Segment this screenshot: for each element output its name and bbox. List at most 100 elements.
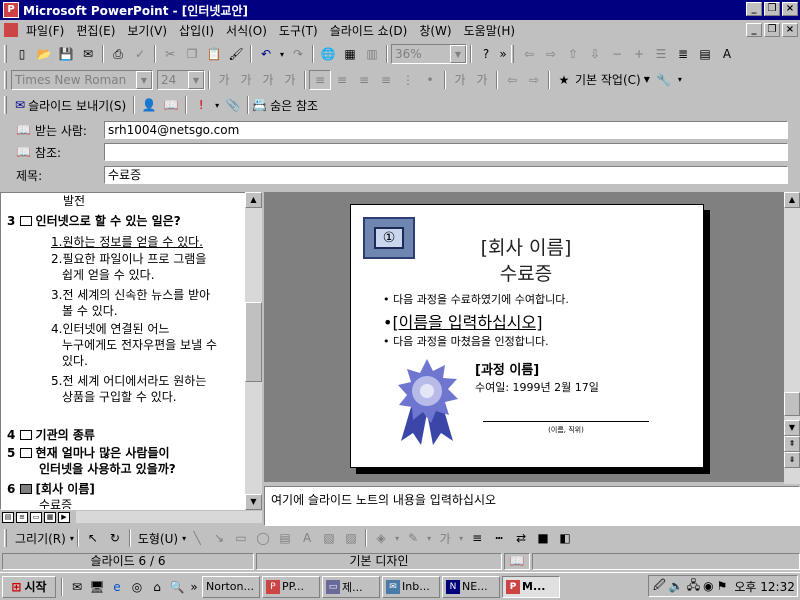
align-center-icon[interactable]: ≡: [331, 70, 353, 90]
table-icon[interactable]: ▦: [339, 44, 361, 64]
bold-icon[interactable]: 가: [213, 70, 235, 90]
menu-help[interactable]: 도움말(H): [458, 22, 522, 39]
normal-view-icon[interactable]: ▤: [2, 511, 14, 523]
numbering-icon[interactable]: ⋮: [397, 70, 419, 90]
tray-app-icon[interactable]: ⚑: [717, 579, 728, 593]
chevron-down-icon[interactable]: ▾: [424, 528, 434, 548]
font-combo[interactable]: Times New Roman ▼: [11, 69, 153, 90]
importance-icon[interactable]: !: [190, 95, 212, 115]
subject-field[interactable]: 수료증: [104, 166, 788, 184]
spelling-icon[interactable]: ✓: [129, 44, 151, 64]
chevron-down-icon[interactable]: ▾: [392, 528, 402, 548]
doc-minimize-button[interactable]: _: [746, 23, 762, 37]
font-size-combo[interactable]: 24 ▼: [157, 69, 205, 90]
close-button[interactable]: ×: [782, 2, 798, 16]
scroll-down-icon[interactable]: ▼: [245, 494, 262, 510]
help-icon[interactable]: ?: [475, 44, 497, 64]
menu-insert[interactable]: 삽입(I): [173, 22, 220, 39]
ime-icon[interactable]: 🖉: [653, 576, 666, 597]
notes-pane[interactable]: 여기에 슬라이드 노트의 내용을 입력하십시오: [264, 486, 800, 526]
menu-slideshow[interactable]: 슬라이드 쇼(D): [324, 22, 414, 39]
line-style-icon[interactable]: ≡: [466, 528, 488, 548]
bullets-icon[interactable]: •: [419, 70, 441, 90]
chevron-down-icon[interactable]: ▾: [70, 534, 74, 543]
outline-slide-5[interactable]: 5 현재 얼마나 많은 사람들이: [7, 445, 170, 461]
expand-all-icon[interactable]: ≣: [672, 44, 694, 64]
send-slide-button[interactable]: ✉ 슬라이드 보내기(S): [11, 97, 130, 114]
spelling-status-icon[interactable]: 📖: [504, 552, 530, 570]
menu-edit[interactable]: 편집(E): [70, 22, 121, 39]
slide-icon[interactable]: [19, 448, 32, 458]
undo-icon[interactable]: ↶: [255, 44, 277, 64]
quicklaunch-app-icon[interactable]: ⌂: [148, 578, 166, 596]
attach-icon[interactable]: 📎: [222, 95, 244, 115]
scroll-down-icon[interactable]: ▼: [784, 420, 800, 436]
fill-color-icon[interactable]: ◈: [370, 528, 392, 548]
more-buttons-icon[interactable]: »: [497, 44, 509, 64]
menu-format[interactable]: 서식(O): [220, 22, 273, 39]
font-color-icon[interactable]: 가: [434, 528, 456, 548]
show-formatting-icon[interactable]: A: [716, 44, 738, 64]
title-bar[interactable]: P Microsoft PowerPoint - [인터넷교안] _ ❐ ×: [0, 0, 800, 20]
slide-icon[interactable]: [19, 216, 32, 226]
new-icon[interactable]: ▯: [11, 44, 33, 64]
hyperlink-icon[interactable]: 🌐: [317, 44, 339, 64]
align-left-icon[interactable]: ≡: [309, 69, 331, 90]
award-date[interactable]: 수여일: 1999년 2월 17일: [475, 379, 599, 395]
3d-icon[interactable]: ◧: [554, 528, 576, 548]
to-label-wrap[interactable]: 📖 받는 사람:: [0, 122, 100, 139]
menu-tools[interactable]: 도구(T): [273, 22, 324, 39]
collapse-all-icon[interactable]: ☰: [650, 44, 672, 64]
signature-caption[interactable]: (이름, 직위): [483, 425, 649, 435]
outline-scrollbar[interactable]: ▲ ▼: [245, 192, 262, 510]
show-desktop-icon[interactable]: 🖥: [88, 578, 106, 596]
move-up-icon[interactable]: ⇧: [562, 44, 584, 64]
cc-label-wrap[interactable]: 📖 참조:: [0, 144, 100, 161]
scroll-up-icon[interactable]: ▲: [245, 192, 262, 208]
next-slide-icon[interactable]: ⇟: [784, 452, 800, 468]
menu-file[interactable]: 파일(F): [20, 22, 70, 39]
network-icon[interactable]: 🖧: [687, 576, 700, 597]
minimize-button[interactable]: _: [746, 2, 762, 16]
paste-icon[interactable]: 📋: [203, 44, 225, 64]
outlook-express-icon[interactable]: ✉: [68, 578, 86, 596]
common-tasks-icon[interactable]: 🔧: [653, 70, 675, 90]
line-icon[interactable]: ╲: [186, 528, 208, 548]
cc-field[interactable]: [104, 143, 788, 161]
cut-icon[interactable]: ✂: [159, 44, 181, 64]
clock[interactable]: 오후 12:32: [734, 578, 794, 595]
autoshapes-menu-button[interactable]: 도형(U): [134, 530, 182, 547]
slideshow-icon[interactable]: ▶: [58, 511, 70, 523]
start-button[interactable]: ⊞ 시작: [2, 575, 56, 598]
address-book-icon[interactable]: 📖: [160, 95, 182, 115]
previous-slide-icon[interactable]: ⇞: [784, 436, 800, 452]
print-icon[interactable]: ⎙: [107, 44, 129, 64]
task-powerpoint[interactable]: P PP...: [262, 575, 320, 598]
outline-slide-4[interactable]: 4 기관의 종류: [7, 427, 95, 443]
slide-scrollbar[interactable]: ▲ ▼ ⇞ ⇟: [784, 192, 800, 484]
check-names-icon[interactable]: 👤: [138, 95, 160, 115]
task-message[interactable]: P M...: [502, 575, 560, 598]
slide-bullet[interactable]: • 다음 과정을 마쳤음을 인정합니다.: [383, 333, 549, 349]
dash-style-icon[interactable]: ┅: [488, 528, 510, 548]
arrow-style-icon[interactable]: ⇄: [510, 528, 532, 548]
task-netscape[interactable]: N NE...: [442, 575, 500, 598]
chevron-down-icon[interactable]: ▾: [675, 70, 685, 90]
save-icon[interactable]: 💾: [55, 44, 77, 64]
scroll-up-icon[interactable]: ▲: [784, 192, 800, 208]
document-icon[interactable]: [4, 23, 18, 37]
slide-name-line[interactable]: •[이름을 입력하십시오]: [383, 309, 543, 333]
chevron-down-icon[interactable]: ▼: [450, 45, 466, 63]
chart-icon[interactable]: ▥: [361, 44, 383, 64]
menu-window[interactable]: 창(W): [413, 22, 457, 39]
course-name[interactable]: [과정 이름]: [475, 359, 539, 378]
chevron-down-icon[interactable]: ▼: [644, 75, 650, 84]
textbox-icon[interactable]: ▤: [274, 528, 296, 548]
demote-icon[interactable]: ⇨: [523, 70, 545, 90]
doc-close-button[interactable]: ×: [782, 23, 798, 37]
restore-button[interactable]: ❐: [764, 2, 780, 16]
line-color-icon[interactable]: ✎: [402, 528, 424, 548]
oval-icon[interactable]: ◯: [252, 528, 274, 548]
decrease-font-icon[interactable]: 가: [471, 70, 493, 90]
outline-view-icon[interactable]: ≡: [16, 511, 28, 523]
